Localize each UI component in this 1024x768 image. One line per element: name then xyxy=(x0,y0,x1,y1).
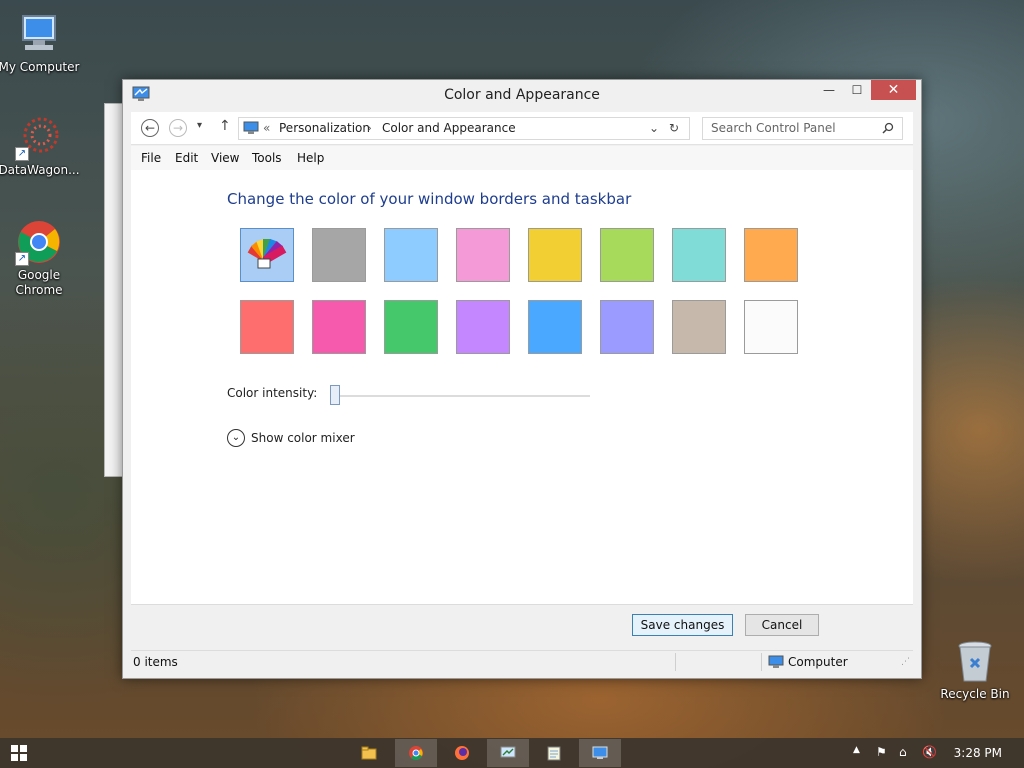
forward-button[interactable]: → xyxy=(169,119,187,137)
swatch-automatic[interactable] xyxy=(240,228,294,282)
navigation-bar: ← → ▾ ↑ « Personalization › Color and Ap… xyxy=(131,112,913,145)
title-bar[interactable]: Color and Appearance — ☐ ✕ xyxy=(123,80,921,110)
taskbar-notepad[interactable] xyxy=(533,739,575,767)
minimize-button[interactable]: — xyxy=(815,80,843,100)
address-dropdown-icon[interactable]: ⌄ xyxy=(649,121,659,135)
status-bar: 0 items Computer ⋰ xyxy=(131,650,913,673)
swatch-magenta[interactable] xyxy=(312,300,366,354)
desktop-icon-my-computer[interactable]: My Computer xyxy=(0,10,81,75)
status-item-count: 0 items xyxy=(133,655,178,669)
desktop-icon-label: Google Chrome xyxy=(15,268,63,297)
volume-muted-icon[interactable]: 🔇 xyxy=(922,745,937,759)
control-panel-icon xyxy=(500,746,516,758)
swatch-green[interactable] xyxy=(384,300,438,354)
swatch-red[interactable] xyxy=(240,300,294,354)
status-divider xyxy=(761,653,762,671)
maximize-button[interactable]: ☐ xyxy=(843,80,871,100)
swatch-orange[interactable] xyxy=(744,228,798,282)
network-icon[interactable]: ⌂ xyxy=(899,745,907,759)
save-changes-button[interactable]: Save changes xyxy=(632,614,733,636)
color-palette-icon xyxy=(247,238,287,269)
show-color-mixer-link[interactable]: Show color mixer xyxy=(251,431,355,445)
notepad-icon xyxy=(547,746,561,761)
swatch-yellow[interactable] xyxy=(528,228,582,282)
taskbar-firefox[interactable] xyxy=(441,739,483,767)
taskbar-file-explorer[interactable] xyxy=(348,739,390,767)
desktop-icon-label: DataWagon... xyxy=(0,163,80,177)
shortcut-arrow-icon: ↗ xyxy=(15,252,29,266)
taskbar-personalization[interactable] xyxy=(579,739,621,767)
shortcut-arrow-icon: ↗ xyxy=(15,147,29,161)
recent-locations-dropdown[interactable]: ▾ xyxy=(197,120,202,131)
chrome-icon: ↗ xyxy=(15,218,63,266)
desktop-icon-datawagon[interactable]: ↗ DataWagon... xyxy=(0,113,81,178)
menu-bar: File Edit View Tools Help xyxy=(131,146,913,170)
swatch-pink[interactable] xyxy=(456,228,510,282)
chrome-icon xyxy=(409,746,423,760)
content-pane: Change the color of your window borders … xyxy=(131,170,913,636)
color-intensity-label: Color intensity: xyxy=(227,386,318,400)
taskbar-control-panel[interactable] xyxy=(487,739,529,767)
desktop-icon-label: Recycle Bin xyxy=(940,687,1010,701)
menu-help[interactable]: Help xyxy=(297,151,324,165)
swatch-gray[interactable] xyxy=(312,228,366,282)
taskbar-clock[interactable]: 3:28 PM xyxy=(954,746,1002,760)
color-intensity-slider-track[interactable] xyxy=(331,395,590,397)
taskbar: ▲ ⚑ ⌂ 🔇 3:28 PM xyxy=(0,738,1024,768)
recycle-bin-icon xyxy=(951,637,999,685)
address-bar[interactable]: « Personalization › Color and Appearance… xyxy=(238,117,690,140)
page-heading: Change the color of your window borders … xyxy=(227,190,632,208)
chevron-down-icon[interactable]: ⌄ xyxy=(227,429,245,447)
menu-view[interactable]: View xyxy=(211,151,239,165)
firefox-icon xyxy=(455,746,469,760)
swatch-lavender[interactable] xyxy=(600,300,654,354)
computer-icon xyxy=(15,10,63,58)
swatch-blue[interactable] xyxy=(528,300,582,354)
start-button[interactable] xyxy=(11,745,27,761)
computer-icon xyxy=(768,655,784,668)
swatch-teal[interactable] xyxy=(672,228,726,282)
datawagon-icon: ↗ xyxy=(15,113,63,161)
swatch-purple[interactable] xyxy=(456,300,510,354)
breadcrumb-separator: › xyxy=(367,121,372,135)
search-input[interactable]: Search Control Panel xyxy=(711,121,836,135)
desktop-icon-label: My Computer xyxy=(0,60,80,74)
action-center-flag-icon[interactable]: ⚑ xyxy=(876,745,887,759)
swatch-light-blue[interactable] xyxy=(384,228,438,282)
swatch-taupe[interactable] xyxy=(672,300,726,354)
back-button[interactable]: ← xyxy=(141,119,159,137)
cancel-button[interactable]: Cancel xyxy=(745,614,819,636)
menu-file[interactable]: File xyxy=(141,151,161,165)
breadcrumb-prefix: « xyxy=(263,121,271,135)
swatch-lime[interactable] xyxy=(600,228,654,282)
control-panel-icon xyxy=(243,121,259,134)
up-button[interactable]: ↑ xyxy=(219,118,231,134)
desktop-icon-google-chrome[interactable]: ↗ Google Chrome xyxy=(0,218,81,298)
taskbar-chrome[interactable] xyxy=(395,739,437,767)
breadcrumb-personalization[interactable]: Personalization xyxy=(279,121,370,135)
close-button[interactable]: ✕ xyxy=(871,80,916,100)
swatch-white[interactable] xyxy=(744,300,798,354)
search-icon[interactable] xyxy=(882,122,894,134)
status-location: Computer xyxy=(788,655,848,669)
desktop-icon-recycle-bin[interactable]: Recycle Bin xyxy=(933,637,1017,702)
resize-grip-icon[interactable]: ⋰ xyxy=(901,657,910,667)
search-box[interactable]: Search Control Panel xyxy=(702,117,903,140)
status-divider xyxy=(675,653,676,671)
color-intensity-slider-thumb[interactable] xyxy=(330,385,340,405)
window-title: Color and Appearance xyxy=(444,87,600,103)
menu-edit[interactable]: Edit xyxy=(175,151,198,165)
color-and-appearance-window: Color and Appearance — ☐ ✕ ← → ▾ ↑ « Per… xyxy=(122,79,922,679)
show-hidden-icons-chevron[interactable]: ▲ xyxy=(853,745,860,755)
refresh-icon[interactable]: ↻ xyxy=(669,121,679,135)
monitor-icon xyxy=(592,746,608,759)
folder-icon xyxy=(361,746,377,760)
breadcrumb-color-and-appearance[interactable]: Color and Appearance xyxy=(382,121,516,135)
menu-tools[interactable]: Tools xyxy=(252,151,282,165)
